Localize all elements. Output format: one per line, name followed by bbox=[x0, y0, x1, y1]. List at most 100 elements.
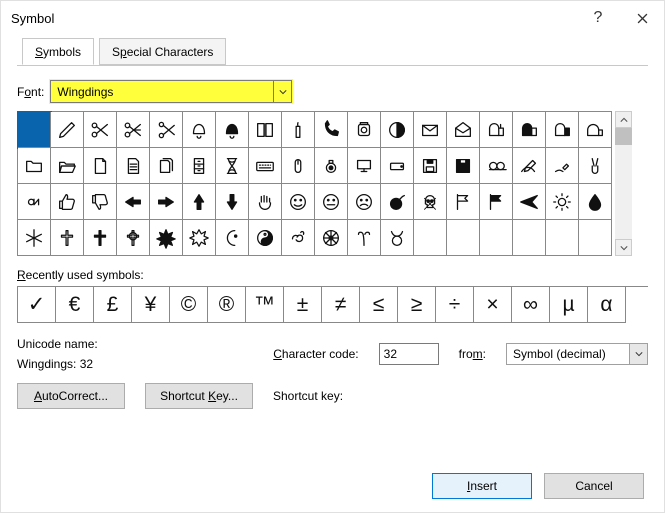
symbol-cell[interactable] bbox=[51, 220, 84, 256]
symbol-cell[interactable] bbox=[381, 148, 414, 184]
symbol-cell[interactable] bbox=[216, 148, 249, 184]
symbol-cell[interactable] bbox=[183, 148, 216, 184]
symbol-cell[interactable] bbox=[150, 148, 183, 184]
recent-symbol-cell[interactable]: ∞ bbox=[512, 287, 550, 323]
symbol-cell[interactable] bbox=[513, 112, 546, 148]
recent-symbol-cell[interactable]: ÷ bbox=[436, 287, 474, 323]
close-button[interactable] bbox=[620, 3, 664, 33]
symbol-cell[interactable] bbox=[51, 148, 84, 184]
recent-symbol-cell[interactable]: ± bbox=[284, 287, 322, 323]
symbol-cell[interactable] bbox=[315, 148, 348, 184]
autocorrect-button[interactable]: AutoCorrect... bbox=[17, 383, 125, 409]
symbol-cell[interactable] bbox=[18, 148, 51, 184]
symbol-cell[interactable] bbox=[480, 112, 513, 148]
symbol-cell[interactable] bbox=[480, 220, 513, 256]
symbol-cell[interactable] bbox=[216, 112, 249, 148]
symbol-cell[interactable] bbox=[447, 220, 480, 256]
symbol-cell[interactable] bbox=[414, 184, 447, 220]
recent-symbol-cell[interactable]: ¥ bbox=[132, 287, 170, 323]
symbol-cell[interactable] bbox=[348, 112, 381, 148]
symbol-cell[interactable] bbox=[579, 112, 612, 148]
symbol-cell[interactable] bbox=[348, 184, 381, 220]
symbol-cell[interactable] bbox=[84, 112, 117, 148]
symbol-cell[interactable] bbox=[513, 184, 546, 220]
recent-symbol-cell[interactable]: ✓ bbox=[18, 287, 56, 323]
recent-symbol-cell[interactable]: € bbox=[56, 287, 94, 323]
symbol-cell[interactable] bbox=[381, 184, 414, 220]
symbol-cell[interactable] bbox=[216, 184, 249, 220]
symbol-cell[interactable] bbox=[414, 112, 447, 148]
symbol-cell[interactable] bbox=[282, 184, 315, 220]
symbol-cell[interactable] bbox=[315, 184, 348, 220]
insert-button[interactable]: Insert bbox=[432, 473, 532, 499]
symbol-cell[interactable] bbox=[579, 184, 612, 220]
font-dropdown[interactable]: Wingdings bbox=[50, 80, 292, 103]
scroll-track[interactable] bbox=[615, 145, 632, 239]
symbol-cell[interactable] bbox=[183, 184, 216, 220]
symbol-cell[interactable] bbox=[18, 184, 51, 220]
font-dropdown-button[interactable] bbox=[273, 81, 291, 102]
recent-symbol-cell[interactable]: ® bbox=[208, 287, 246, 323]
recent-symbol-cell[interactable]: µ bbox=[550, 287, 588, 323]
symbol-cell[interactable] bbox=[183, 220, 216, 256]
symbol-cell[interactable] bbox=[117, 184, 150, 220]
from-dropdown-button[interactable] bbox=[629, 344, 647, 364]
scroll-thumb[interactable] bbox=[615, 128, 632, 145]
symbol-cell[interactable] bbox=[282, 220, 315, 256]
symbol-cell[interactable] bbox=[447, 184, 480, 220]
scroll-down-button[interactable] bbox=[615, 239, 632, 256]
symbol-cell[interactable] bbox=[348, 148, 381, 184]
symbol-cell[interactable] bbox=[348, 220, 381, 256]
symbol-cell[interactable] bbox=[282, 112, 315, 148]
symbol-cell[interactable] bbox=[480, 184, 513, 220]
recent-symbol-cell[interactable]: α bbox=[588, 287, 626, 323]
symbol-grid[interactable] bbox=[17, 111, 612, 256]
recent-symbol-cell[interactable]: ≥ bbox=[398, 287, 436, 323]
symbol-cell[interactable] bbox=[282, 148, 315, 184]
symbol-cell[interactable] bbox=[414, 148, 447, 184]
symbol-cell[interactable] bbox=[84, 184, 117, 220]
symbol-cell[interactable] bbox=[480, 148, 513, 184]
symbol-cell[interactable] bbox=[546, 148, 579, 184]
symbol-cell[interactable] bbox=[183, 112, 216, 148]
symbol-cell[interactable] bbox=[381, 220, 414, 256]
recent-symbol-cell[interactable]: × bbox=[474, 287, 512, 323]
symbol-cell[interactable] bbox=[216, 220, 249, 256]
symbol-cell[interactable] bbox=[84, 148, 117, 184]
help-button[interactable]: ? bbox=[576, 3, 620, 33]
symbol-cell[interactable] bbox=[150, 184, 183, 220]
recent-symbols-grid[interactable]: ✓€£¥©®™±≠≤≥÷×∞µα bbox=[17, 286, 648, 323]
symbol-cell[interactable] bbox=[117, 148, 150, 184]
recent-symbol-cell[interactable]: ™ bbox=[246, 287, 284, 323]
symbol-cell[interactable] bbox=[414, 220, 447, 256]
from-dropdown[interactable]: Symbol (decimal) bbox=[506, 343, 648, 365]
symbol-cell[interactable] bbox=[249, 220, 282, 256]
shortcut-key-button[interactable]: Shortcut Key... bbox=[145, 383, 253, 409]
char-code-input[interactable] bbox=[379, 343, 439, 365]
symbol-cell[interactable] bbox=[117, 112, 150, 148]
tab-symbols[interactable]: Symbols bbox=[22, 38, 94, 65]
symbol-cell[interactable] bbox=[513, 148, 546, 184]
scrollbar[interactable] bbox=[615, 111, 632, 256]
recent-symbol-cell[interactable]: ≠ bbox=[322, 287, 360, 323]
symbol-cell[interactable] bbox=[513, 220, 546, 256]
symbol-cell[interactable] bbox=[447, 112, 480, 148]
symbol-cell[interactable] bbox=[315, 220, 348, 256]
symbol-cell[interactable] bbox=[51, 184, 84, 220]
symbol-cell[interactable] bbox=[249, 184, 282, 220]
symbol-cell[interactable] bbox=[546, 112, 579, 148]
symbol-cell[interactable] bbox=[447, 148, 480, 184]
symbol-cell[interactable] bbox=[150, 220, 183, 256]
symbol-cell[interactable] bbox=[18, 220, 51, 256]
symbol-cell[interactable] bbox=[117, 220, 150, 256]
symbol-cell[interactable] bbox=[546, 184, 579, 220]
symbol-cell[interactable] bbox=[579, 148, 612, 184]
symbol-cell[interactable] bbox=[150, 112, 183, 148]
symbol-cell[interactable] bbox=[315, 112, 348, 148]
symbol-cell[interactable] bbox=[579, 220, 612, 256]
symbol-cell[interactable] bbox=[84, 220, 117, 256]
recent-symbol-cell[interactable]: © bbox=[170, 287, 208, 323]
cancel-button[interactable]: Cancel bbox=[544, 473, 644, 499]
symbol-cell[interactable] bbox=[249, 148, 282, 184]
tab-special-characters[interactable]: Special Characters bbox=[99, 38, 226, 65]
